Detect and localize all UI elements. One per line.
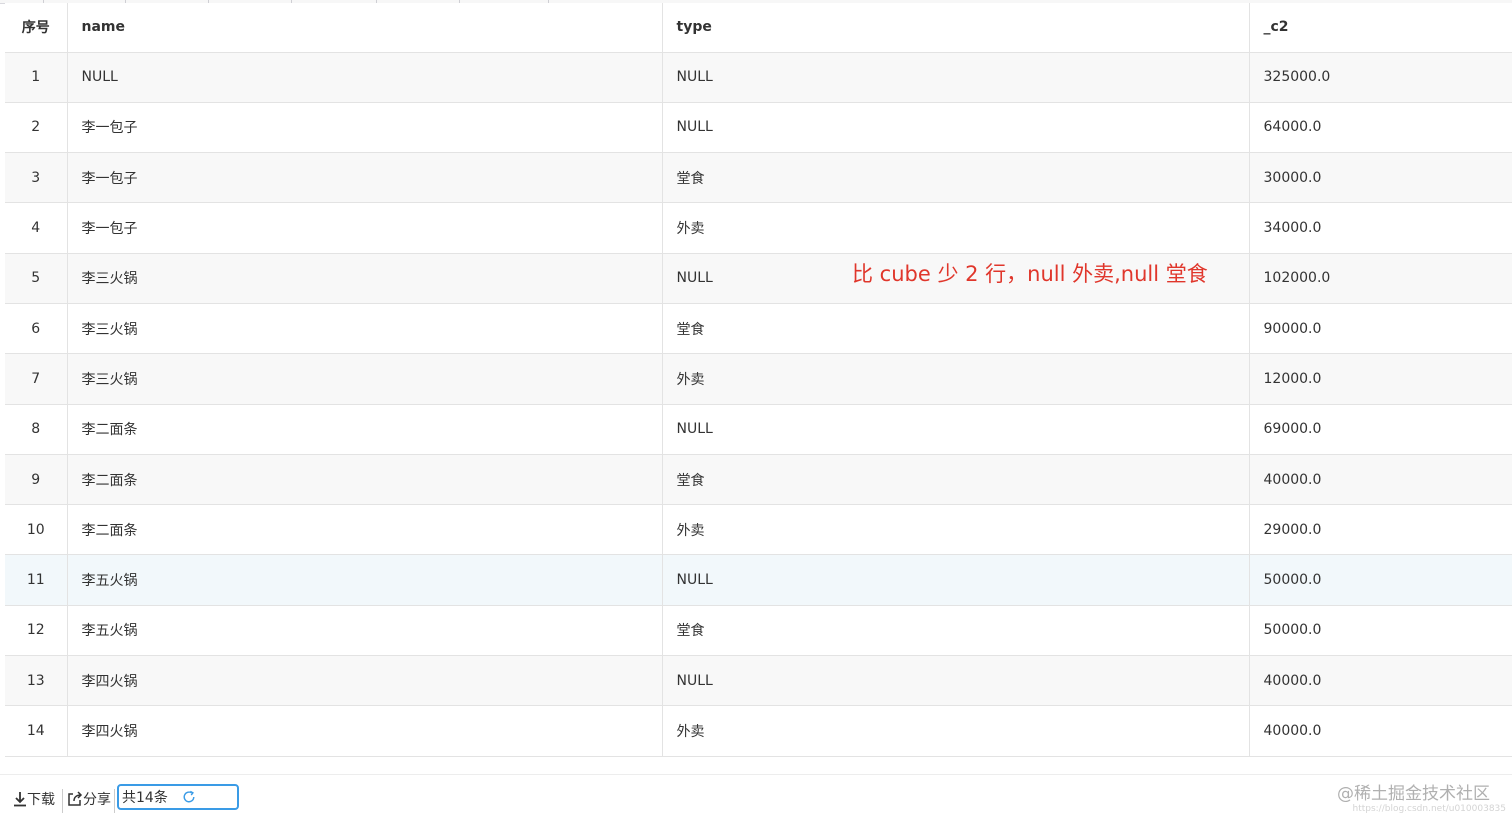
type-cell: NULL [662,655,1250,707]
watermark-text: @稀土掘金技术社区 [1337,784,1490,804]
type-cell: NULL [662,102,1250,154]
table-row[interactable]: 11 李五火锅 NULL 50000.0 [5,554,1512,606]
column-header-name[interactable]: name [67,3,663,53]
row-index-cell: 6 [5,303,68,355]
column-header-index[interactable]: 序号 [5,3,68,53]
type-cell: 堂食 [662,303,1250,355]
watermark-url: https://blog.csdn.net/u010003835 [1352,804,1506,814]
row-index-cell: 3 [5,152,68,204]
row-count-label: 共14条 [122,790,168,806]
table-row[interactable]: 14 李四火锅 外卖 40000.0 [5,705,1512,757]
row-index-cell: 7 [5,353,68,405]
c2-cell: 90000.0 [1249,303,1512,355]
footer-divider [114,789,115,813]
table-row[interactable]: 2 李一包子 NULL 64000.0 [5,102,1512,154]
c2-cell: 30000.0 [1249,152,1512,204]
row-index-cell: 11 [5,554,68,606]
name-cell: 李二面条 [67,504,663,556]
row-index-cell: 13 [5,655,68,707]
table-row[interactable]: 13 李四火锅 NULL 40000.0 [5,655,1512,707]
name-cell: 李一包子 [67,102,663,154]
type-cell: 外卖 [662,504,1250,556]
row-index-cell: 4 [5,202,68,254]
table-row[interactable]: 9 李二面条 堂食 40000.0 [5,454,1512,506]
row-index-cell: 8 [5,404,68,455]
footer-divider [62,789,63,813]
download-icon [14,792,26,807]
table-row[interactable]: 1 NULL NULL 325000.0 [5,52,1512,103]
table-row[interactable]: 12 李五火锅 堂食 50000.0 [5,605,1512,657]
name-cell: 李五火锅 [67,554,663,606]
name-cell: 李二面条 [67,404,663,455]
c2-cell: 64000.0 [1249,102,1512,154]
row-index-cell: 5 [5,253,68,304]
c2-cell: 29000.0 [1249,504,1512,556]
row-index-cell: 12 [5,605,68,657]
name-cell: 李三火锅 [67,303,663,355]
row-index-cell: 10 [5,504,68,556]
row-index-cell: 2 [5,102,68,154]
download-button[interactable]: 下载 [13,789,55,809]
name-cell: 李四火锅 [67,705,663,757]
row-index-cell: 14 [5,705,68,757]
name-cell: 李一包子 [67,152,663,204]
row-index-cell: 9 [5,454,68,506]
c2-cell: 325000.0 [1249,52,1512,103]
c2-cell: 40000.0 [1249,655,1512,707]
row-index-cell: 1 [5,52,68,103]
name-cell: 李一包子 [67,202,663,254]
name-cell: 李三火锅 [67,353,663,405]
share-button[interactable]: 分享 [67,789,111,809]
table-row[interactable]: 3 李一包子 堂食 30000.0 [5,152,1512,204]
c2-cell: 12000.0 [1249,353,1512,405]
refresh-icon[interactable] [182,790,196,804]
share-icon [68,791,83,806]
result-footer: 下载 分享 共14条 @稀土掘金技术社区 https://blog.csdn.n… [0,774,1512,822]
type-cell: NULL [662,554,1250,606]
name-cell: 李五火锅 [67,605,663,657]
type-cell: NULL [662,404,1250,455]
type-cell: 外卖 [662,705,1250,757]
table-row[interactable]: 8 李二面条 NULL 69000.0 [5,404,1512,455]
share-label: 分享 [83,792,111,808]
name-cell: 李二面条 [67,454,663,506]
row-count-box: 共14条 [117,784,239,810]
table-row[interactable]: 7 李三火锅 外卖 12000.0 [5,353,1512,405]
c2-cell: 102000.0 [1249,253,1512,304]
c2-cell: 69000.0 [1249,404,1512,455]
type-cell: 堂食 [662,454,1250,506]
c2-cell: 40000.0 [1249,705,1512,757]
name-cell: 李三火锅 [67,253,663,304]
table-row[interactable]: 10 李二面条 外卖 29000.0 [5,504,1512,556]
column-header-type[interactable]: type [662,3,1250,53]
c2-cell: 50000.0 [1249,605,1512,657]
c2-cell: 50000.0 [1249,554,1512,606]
type-cell: 外卖 [662,202,1250,254]
table-body: 1 NULL NULL 325000.0 2 李一包子 NULL 64000.0 3 李一包子 堂食… [5,52,1512,757]
type-cell: 堂食 [662,152,1250,204]
table-row[interactable]: 4 李一包子 外卖 34000.0 [5,202,1512,254]
table-header-row: 序号 name type _c2 [5,3,1512,53]
name-cell: 李四火锅 [67,655,663,707]
table-row[interactable]: 6 李三火锅 堂食 90000.0 [5,303,1512,355]
download-label: 下载 [27,792,55,808]
column-header-c2[interactable]: _c2 [1249,3,1512,53]
table-row[interactable]: 5 李三火锅 NULL 102000.0 [5,253,1512,304]
type-cell: 堂食 [662,605,1250,657]
result-table: 序号 name type _c2 1 NULL NULL 325000.0 2 李一包子 N… [5,3,1512,757]
c2-cell: 34000.0 [1249,202,1512,254]
red-annotation-text: 比 cube 少 2 行，null 外卖,null 堂食 [852,262,1208,286]
name-cell: NULL [67,52,663,103]
c2-cell: 40000.0 [1249,454,1512,506]
type-cell: NULL [662,52,1250,103]
type-cell: 外卖 [662,353,1250,405]
